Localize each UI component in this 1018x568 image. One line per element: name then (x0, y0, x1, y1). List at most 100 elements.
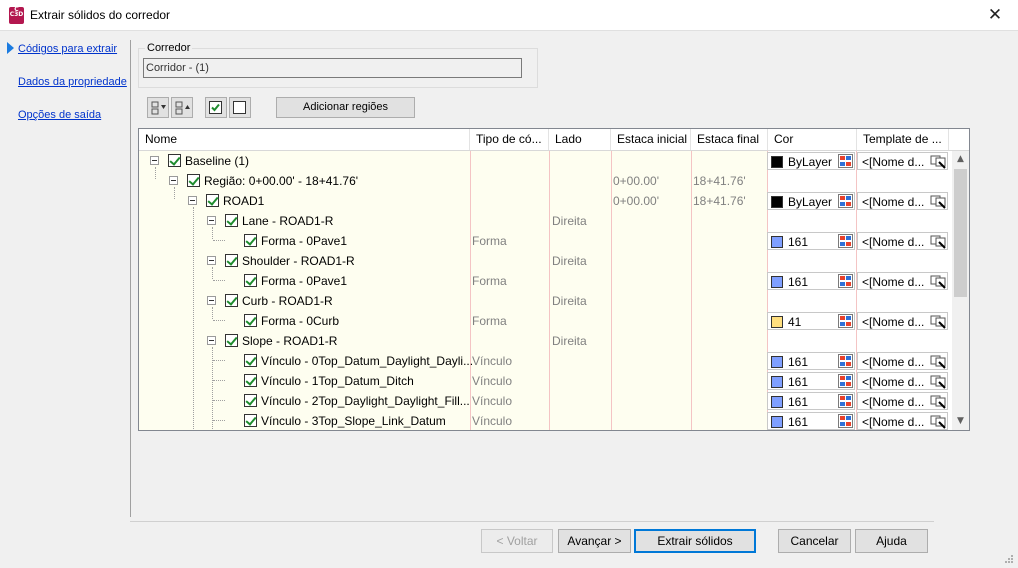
col-header-type[interactable]: Tipo de có... (470, 129, 549, 150)
scroll-up-icon[interactable]: ▲ (952, 151, 969, 168)
collapse-node-icon[interactable] (169, 176, 178, 185)
template-cell[interactable]: <[Nome d... (857, 352, 948, 370)
check-all-button[interactable] (205, 97, 227, 118)
color-picker-icon[interactable] (838, 374, 853, 388)
color-swatch (771, 396, 783, 408)
row-checkbox[interactable] (225, 334, 238, 347)
col-header-side[interactable]: Lado (549, 129, 611, 150)
color-picker-icon[interactable] (838, 234, 853, 248)
template-cell[interactable]: <[Nome d... (857, 372, 948, 390)
collapse-node-icon[interactable] (188, 196, 197, 205)
tree-row[interactable]: Curb - ROAD1-R Direita (139, 291, 954, 311)
nav-output-options[interactable]: Opções de saída (18, 109, 101, 121)
template-picker-icon[interactable] (930, 234, 947, 249)
tree-row[interactable]: Shoulder - ROAD1-R Direita (139, 251, 954, 271)
tree-row[interactable]: Vínculo - 1Top_Datum_Ditch Vínculo 161 <… (139, 371, 954, 391)
row-checkbox[interactable] (244, 354, 257, 367)
tree-row[interactable]: Vínculo - 2Top_Daylight_Daylight_Fill...… (139, 391, 954, 411)
template-cell[interactable]: <[Nome d... (857, 152, 948, 170)
tree-row[interactable]: Forma - 0Pave1 Forma 161 <[Nome d... (139, 271, 954, 291)
tree-row[interactable]: Vínculo - 3Top_Slope_Link_Datum Vínculo … (139, 411, 954, 430)
row-checkbox[interactable] (225, 294, 238, 307)
template-cell[interactable]: <[Nome d... (857, 312, 948, 330)
collapse-node-icon[interactable] (150, 156, 159, 165)
collapse-node-icon[interactable] (207, 216, 216, 225)
color-picker-icon[interactable] (838, 194, 853, 208)
color-cell[interactable]: 161 (767, 392, 855, 410)
template-picker-icon[interactable] (930, 374, 947, 389)
expand-all-button[interactable] (147, 97, 169, 118)
color-picker-icon[interactable] (838, 414, 853, 428)
collapse-node-icon[interactable] (207, 296, 216, 305)
color-cell[interactable]: 161 (767, 372, 855, 390)
template-cell[interactable]: <[Nome d... (857, 392, 948, 410)
help-button[interactable]: Ajuda (855, 529, 928, 553)
scroll-down-icon[interactable]: ▼ (952, 413, 969, 430)
tree-row[interactable]: Região: 0+00.00' - 18+41.76' 0+00.00' 18… (139, 171, 954, 191)
template-cell[interactable]: <[Nome d... (857, 412, 948, 430)
col-header-template[interactable]: Template de ... (857, 129, 949, 150)
resize-grip-icon[interactable] (1004, 554, 1014, 564)
color-cell[interactable]: 161 (767, 412, 855, 430)
tree-row[interactable]: Forma - 0Pave1 Forma 161 <[Nome d... (139, 231, 954, 251)
template-picker-icon[interactable] (930, 394, 947, 409)
row-checkbox[interactable] (206, 194, 219, 207)
current-step-arrow-icon (7, 42, 14, 54)
row-checkbox[interactable] (244, 374, 257, 387)
collapse-node-icon[interactable] (207, 256, 216, 265)
template-picker-icon[interactable] (930, 194, 947, 209)
color-picker-icon[interactable] (838, 274, 853, 288)
tree-row[interactable]: Vínculo - 0Top_Datum_Daylight_Dayli... V… (139, 351, 954, 371)
scrollbar-thumb[interactable] (954, 169, 967, 297)
tree-row[interactable]: Slope - ROAD1-R Direita (139, 331, 954, 351)
color-picker-icon[interactable] (838, 154, 853, 168)
add-regions-button[interactable]: Adicionar regiões (276, 97, 415, 118)
template-picker-icon[interactable] (930, 414, 947, 429)
row-checkbox[interactable] (225, 254, 238, 267)
color-swatch (771, 276, 783, 288)
tree-row[interactable]: Forma - 0Curb Forma 41 <[Nome d... (139, 311, 954, 331)
collapse-node-icon[interactable] (207, 336, 216, 345)
color-cell[interactable]: ByLayer (767, 192, 855, 210)
template-picker-icon[interactable] (930, 154, 947, 169)
tree-row[interactable]: ROAD1 0+00.00' 18+41.76' ByLayer <[Nome … (139, 191, 954, 211)
nav-codes-to-extract[interactable]: Códigos para extrair (18, 43, 117, 55)
row-checkbox[interactable] (225, 214, 238, 227)
template-picker-icon[interactable] (930, 274, 947, 289)
collapse-all-button[interactable] (171, 97, 193, 118)
row-checkbox[interactable] (168, 154, 181, 167)
row-checkbox[interactable] (244, 414, 257, 427)
color-picker-icon[interactable] (838, 314, 853, 328)
uncheck-all-button[interactable] (229, 97, 251, 118)
extract-solids-button[interactable]: Extrair sólidos (634, 529, 756, 553)
row-checkbox[interactable] (244, 274, 257, 287)
row-checkbox[interactable] (244, 394, 257, 407)
close-icon[interactable]: ✕ (972, 0, 1018, 31)
color-name: ByLayer (788, 195, 833, 209)
template-picker-icon[interactable] (930, 354, 947, 369)
row-checkbox[interactable] (187, 174, 200, 187)
col-header-start-station[interactable]: Estaca inicial (611, 129, 691, 150)
cancel-button[interactable]: Cancelar (778, 529, 851, 553)
tree-row[interactable]: Lane - ROAD1-R Direita (139, 211, 954, 231)
template-cell[interactable]: <[Nome d... (857, 272, 948, 290)
color-cell[interactable]: ByLayer (767, 152, 855, 170)
row-checkbox[interactable] (244, 314, 257, 327)
tree-row[interactable]: Baseline (1) ByLayer <[Nome d... (139, 151, 954, 171)
template-cell[interactable]: <[Nome d... (857, 232, 948, 250)
nav-property-data[interactable]: Dados da propriedade (18, 76, 127, 88)
color-cell[interactable]: 41 (767, 312, 855, 330)
row-checkbox[interactable] (244, 234, 257, 247)
col-header-color[interactable]: Cor (768, 129, 857, 150)
color-cell[interactable]: 161 (767, 232, 855, 250)
next-button[interactable]: Avançar > (558, 529, 631, 553)
color-picker-icon[interactable] (838, 394, 853, 408)
template-picker-icon[interactable] (930, 314, 947, 329)
template-cell[interactable]: <[Nome d... (857, 192, 948, 210)
color-cell[interactable]: 161 (767, 352, 855, 370)
col-header-end-station[interactable]: Estaca final (691, 129, 768, 150)
back-button[interactable]: < Voltar (481, 529, 553, 553)
col-header-name[interactable]: Nome (139, 129, 470, 150)
color-picker-icon[interactable] (838, 354, 853, 368)
color-cell[interactable]: 161 (767, 272, 855, 290)
